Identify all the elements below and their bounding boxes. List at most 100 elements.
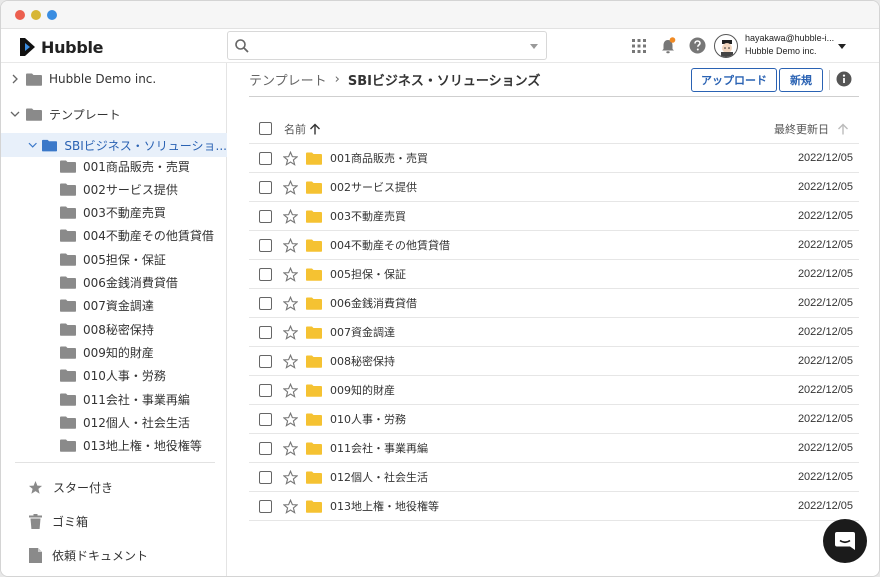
sidebar-item-trash[interactable]: ゴミ箱 [1,510,227,532]
star-outline-icon[interactable] [283,382,298,398]
column-header-updated[interactable]: 最終更新日 [774,121,829,137]
row-checkbox[interactable] [259,267,272,281]
row-checkbox[interactable] [259,470,272,484]
table-row[interactable]: 007資金調達 2022/12/05 [249,318,859,347]
star-outline-icon[interactable] [283,150,298,166]
sidebar-subfolder-item[interactable]: 002サービス提供 [1,178,227,200]
table-row[interactable]: 003不動産売買 2022/12/05 [249,202,859,231]
sidebar-item-requested-documents[interactable]: 依頼ドキュメント [1,544,227,566]
chevron-down-icon[interactable] [28,140,37,150]
column-header-name[interactable]: 名前 [284,121,306,137]
row-name[interactable]: 004不動産その他賃貸借 [330,237,450,253]
sidebar-subfolder-item[interactable]: 010人事・労務 [1,365,227,387]
table-row[interactable]: 004不動産その他賃貸借 2022/12/05 [249,231,859,260]
star-outline-icon[interactable] [283,266,298,282]
star-outline-icon[interactable] [283,295,298,311]
row-name[interactable]: 008秘密保持 [330,353,395,369]
search-box[interactable] [227,31,547,60]
sidebar-subfolder-item[interactable]: 008秘密保持 [1,318,227,340]
row-name[interactable]: 009知的財産 [330,382,395,398]
sidebar-item-sbi-business-solutions[interactable]: SBIビジネス・ソリューショ... [1,133,227,157]
user-menu-chevron-down-icon[interactable] [838,44,846,49]
row-checkbox[interactable] [259,151,272,165]
sort-arrow-up-icon[interactable] [837,123,849,135]
row-name[interactable]: 006金銭消費貸借 [330,295,417,311]
user-org: Hubble Demo inc. [745,46,817,56]
close-window-button[interactable] [15,10,25,20]
table-row[interactable]: 013地上権・地役権等 2022/12/05 [249,492,859,521]
row-checkbox[interactable] [259,354,272,368]
search-input[interactable] [254,36,524,56]
row-checkbox[interactable] [259,325,272,339]
row-name[interactable]: 007資金調達 [330,324,395,340]
logo[interactable]: Hubble [17,36,104,58]
select-all-checkbox[interactable] [259,122,272,135]
table-row[interactable]: 008秘密保持 2022/12/05 [249,347,859,376]
row-checkbox[interactable] [259,383,272,397]
table-row[interactable]: 012個人・社会生活 2022/12/05 [249,463,859,492]
sort-arrow-up-icon[interactable] [309,123,321,135]
sidebar-subfolder-item[interactable]: 001商品販売・売買 [1,155,227,177]
sidebar-subfolder-item[interactable]: 007資金調達 [1,295,227,317]
sidebar-item-templates[interactable]: テンプレート [1,103,227,125]
table-row[interactable]: 006金銭消費貸借 2022/12/05 [249,289,859,318]
star-outline-icon[interactable] [283,469,298,485]
star-outline-icon[interactable] [283,237,298,253]
chat-support-button[interactable] [823,519,867,563]
star-outline-icon[interactable] [283,440,298,456]
star-outline-icon[interactable] [283,498,298,514]
row-name[interactable]: 011会社・事業再編 [330,440,428,456]
sidebar-subfolder-item[interactable]: 009知的財産 [1,341,227,363]
breadcrumb-parent[interactable]: テンプレート [249,70,327,89]
star-outline-icon[interactable] [283,353,298,369]
star-outline-icon[interactable] [283,208,298,224]
sidebar-subfolder-item[interactable]: 006金銭消費貸借 [1,272,227,294]
row-name[interactable]: 010人事・労務 [330,411,406,427]
row-checkbox[interactable] [259,238,272,252]
row-name[interactable]: 013地上権・地役権等 [330,498,439,514]
user-info[interactable]: hayakawa@hubble-i... Hubble Demo inc. [745,32,835,58]
notification-bell-icon[interactable] [660,37,676,55]
table-row[interactable]: 009知的財産 2022/12/05 [249,376,859,405]
apps-grid-icon[interactable] [632,39,646,53]
sidebar-subfolder-item[interactable]: 005担保・保証 [1,248,227,270]
sidebar-subfolder-item[interactable]: 011会社・事業再編 [1,388,227,410]
minimize-window-button[interactable] [31,10,41,20]
sidebar-subfolder-item[interactable]: 013地上権・地役権等 [1,435,227,457]
row-checkbox[interactable] [259,209,272,223]
row-checkbox[interactable] [259,499,272,513]
sidebar-subfolder-item[interactable]: 003不動産売買 [1,202,227,224]
maximize-window-button[interactable] [47,10,57,20]
folder-icon [306,355,322,368]
upload-button[interactable]: アップロード [691,68,777,92]
search-options-chevron-icon[interactable] [530,44,538,49]
table-row[interactable]: 001商品販売・売買 2022/12/05 [249,144,859,173]
chevron-right-icon[interactable] [10,74,20,84]
table-row[interactable]: 010人事・労務 2022/12/05 [249,405,859,434]
row-name[interactable]: 002サービス提供 [330,179,417,195]
table-row[interactable]: 011会社・事業再編 2022/12/05 [249,434,859,463]
sidebar-subfolder-item[interactable]: 004不動産その他賃貸借 [1,225,227,247]
table-row[interactable]: 005担保・保証 2022/12/05 [249,260,859,289]
avatar[interactable] [714,34,738,58]
sidebar-item-starred[interactable]: スター付き [1,476,227,498]
new-button[interactable]: 新規 [779,68,823,92]
row-checkbox[interactable] [259,180,272,194]
star-outline-icon[interactable] [283,179,298,195]
row-name[interactable]: 003不動産売買 [330,208,406,224]
row-checkbox[interactable] [259,441,272,455]
help-icon[interactable] [689,37,706,54]
row-name[interactable]: 012個人・社会生活 [330,469,428,485]
info-icon[interactable] [836,71,852,87]
row-name[interactable]: 001商品販売・売買 [330,150,428,166]
row-checkbox[interactable] [259,412,272,426]
star-outline-icon[interactable] [283,324,298,340]
folder-icon [60,253,76,266]
star-outline-icon[interactable] [283,411,298,427]
row-name[interactable]: 005担保・保証 [330,266,406,282]
sidebar-item-root[interactable]: Hubble Demo inc. [1,68,227,90]
row-checkbox[interactable] [259,296,272,310]
sidebar-subfolder-item[interactable]: 012個人・社会生活 [1,411,227,433]
table-row[interactable]: 002サービス提供 2022/12/05 [249,173,859,202]
chevron-down-icon[interactable] [10,109,20,119]
